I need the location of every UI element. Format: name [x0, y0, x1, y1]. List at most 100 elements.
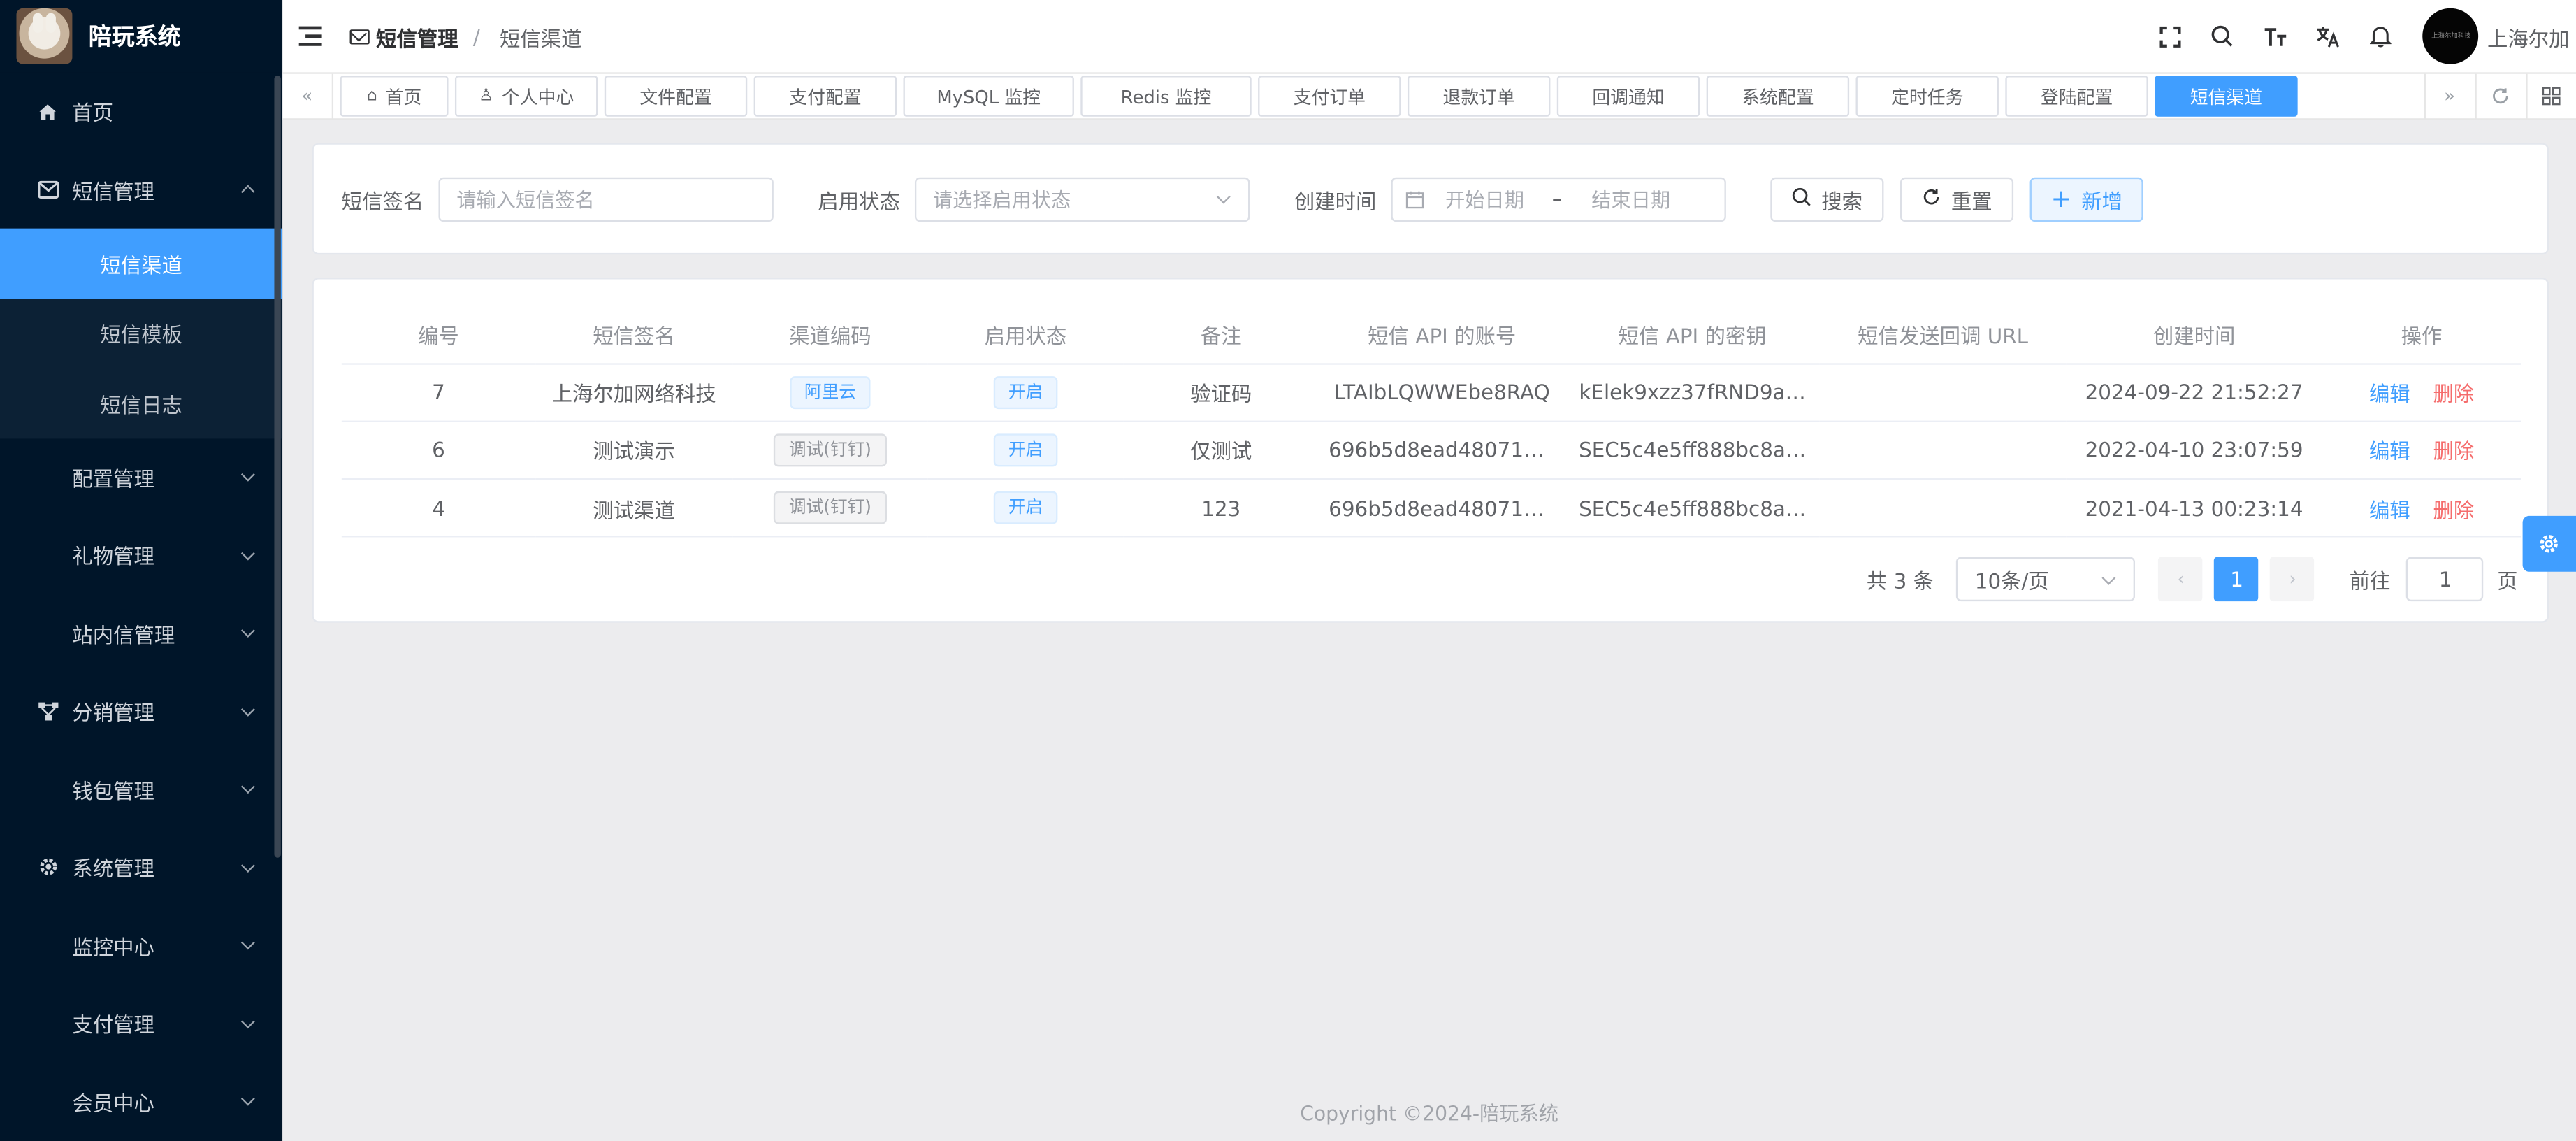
date-range-picker[interactable]: 开始日期 – 结束日期: [1391, 176, 1726, 222]
sidebar-item-distribution[interactable]: 分销管理: [0, 672, 282, 750]
tab-11[interactable]: 登陆配置: [2005, 76, 2148, 117]
avatar[interactable]: 上海尔加科技: [2423, 8, 2480, 64]
sidebar-item-home[interactable]: 首页: [0, 72, 282, 150]
chevron-down-icon: [240, 545, 255, 560]
sidebar-item-config[interactable]: 配置管理: [0, 438, 282, 516]
home-icon: [36, 100, 59, 123]
chevron-down-icon: [240, 1092, 255, 1107]
refresh-icon[interactable]: [2474, 73, 2525, 120]
sidebar-item-monitor[interactable]: 监控中心: [0, 906, 282, 984]
logo[interactable]: 陪玩系统: [0, 0, 283, 73]
add-button[interactable]: + 新增: [2029, 176, 2143, 222]
cell-actions: 编辑 删除: [2322, 479, 2521, 538]
sidebar-scrollbar[interactable]: [274, 76, 281, 858]
status-select[interactable]: 请选择启用状态: [915, 176, 1250, 222]
prev-page-button[interactable]: ‹: [2159, 557, 2204, 602]
tab-7[interactable]: 退款订单: [1407, 76, 1551, 117]
column-header: 短信 API 的密钥: [1565, 306, 1820, 364]
sidebar-item-member[interactable]: 会员中心: [0, 1062, 282, 1140]
menu-toggle-icon[interactable]: [298, 26, 322, 46]
mail-icon: [349, 29, 370, 44]
chevron-down-icon: [240, 702, 255, 717]
column-header: 短信发送回调 URL: [1819, 306, 2067, 364]
sidebar-item-gift[interactable]: 礼物管理: [0, 516, 282, 594]
cell-remark: 仅测试: [1123, 421, 1319, 480]
tab-8[interactable]: 回调通知: [1556, 76, 1700, 117]
cell-id: 6: [341, 421, 536, 480]
tab-1[interactable]: ♙ 个人中心: [454, 76, 598, 117]
start-date-input[interactable]: 开始日期: [1445, 185, 1524, 213]
tab-9[interactable]: 系统配置: [1706, 76, 1850, 117]
font-size-icon[interactable]: [2249, 0, 2301, 72]
sidebar-item-label: 站内信管理: [72, 622, 175, 647]
cell-remark: 123: [1123, 479, 1319, 538]
scroll-left-icon[interactable]: «: [282, 73, 334, 120]
breadcrumb-separator: /: [472, 24, 480, 49]
sidebar-item-sms-template[interactable]: 短信模板: [0, 299, 282, 368]
table-row[interactable]: 4 测试渠道 调试(钉钉) 开启 123 696b5d8ead4807123… SEC5c4…: [341, 479, 2521, 538]
table-row[interactable]: 6 测试演示 调试(钉钉) 开启 仅测试 696b5d8ead4807123… SEC5c4…: [341, 421, 2521, 480]
end-date-input[interactable]: 结束日期: [1591, 185, 1670, 213]
sidebar-item-sms-log[interactable]: 短信日志: [0, 368, 282, 438]
cell-actions: 编辑 删除: [2322, 421, 2521, 480]
tab-0[interactable]: ⌂ 首页: [340, 76, 449, 117]
next-page-button[interactable]: ›: [2270, 557, 2315, 602]
edit-button[interactable]: 编辑: [2369, 439, 2410, 464]
sidebar-item-wallet[interactable]: 钱包管理: [0, 750, 282, 828]
logo-image: [16, 8, 73, 64]
tab-2[interactable]: 文件配置: [604, 76, 748, 117]
cell-channel: 调试(钉钉): [732, 421, 928, 480]
refresh-icon: [1922, 187, 1941, 211]
sidebar-item-sms-channel[interactable]: 短信渠道: [0, 228, 283, 299]
tab-3[interactable]: 支付配置: [753, 76, 897, 117]
main-content: 短信签名 请输入短信签名 启用状态 请选择启用状态 创建时间 开始日期 – 结束…: [282, 120, 2576, 1141]
tab-10[interactable]: 定时任务: [1855, 76, 1999, 117]
channel-tag: 调试(钉钉): [774, 433, 887, 467]
settings-gear-icon[interactable]: [2521, 515, 2576, 572]
tab-12[interactable]: 短信渠道: [2155, 76, 2298, 117]
scroll-right-icon[interactable]: »: [2423, 73, 2474, 120]
sidebar-item-label: 系统管理: [72, 856, 154, 882]
column-header: 短信签名: [535, 306, 733, 364]
delete-button[interactable]: 删除: [2433, 439, 2475, 464]
page-size-select[interactable]: 10条/页: [1956, 557, 2136, 602]
delete-button[interactable]: 删除: [2433, 382, 2475, 406]
sidebar-item-label: 短信管理: [72, 178, 154, 203]
page-number-current[interactable]: 1: [2214, 557, 2259, 602]
breadcrumb-current: 短信渠道: [499, 25, 582, 50]
tab-5[interactable]: Redis 监控: [1080, 76, 1252, 117]
delete-button[interactable]: 删除: [2433, 497, 2475, 522]
cell-status: 开启: [927, 479, 1124, 538]
sms-channel-table-card: 编号 短信签名 渠道编码 启用状态 备注 短信 API 的账号 短信 API 的密钥 短信发送…: [312, 278, 2549, 623]
breadcrumb-item[interactable]: 短信管理: [376, 20, 458, 52]
chevron-down-icon: [240, 858, 255, 873]
sidebar-item-payment[interactable]: 支付管理: [0, 984, 282, 1063]
network-icon: [36, 700, 59, 723]
fullscreen-icon[interactable]: [2144, 0, 2197, 72]
status-badge: 开启: [993, 491, 1058, 525]
search-button[interactable]: 搜索: [1770, 176, 1884, 222]
bell-icon[interactable]: [2354, 0, 2407, 72]
table-row[interactable]: 7 上海尔加网络科技 阿里云 开启 验证码 LTAIbLQWWEbe8RAQ kElek9x…: [341, 363, 2521, 422]
sidebar-item-system[interactable]: 系统管理: [0, 828, 282, 906]
grid-menu-icon[interactable]: [2525, 73, 2576, 120]
translate-icon[interactable]: [2301, 0, 2354, 72]
channel-tag: 阿里云: [789, 375, 871, 409]
sidebar-item-label: 会员中心: [72, 1090, 154, 1116]
chevron-down-icon: [1216, 189, 1231, 204]
search-icon: [1792, 187, 1811, 211]
signature-input[interactable]: 请输入短信签名: [438, 176, 774, 222]
signature-label: 短信签名: [341, 188, 424, 213]
sidebar-item-sms[interactable]: 短信管理: [0, 150, 282, 229]
username[interactable]: 上海尔加: [2487, 20, 2570, 52]
goto-page-input[interactable]: 1: [2406, 557, 2484, 602]
sidebar-item-inbox[interactable]: 站内信管理: [0, 594, 282, 673]
edit-button[interactable]: 编辑: [2369, 382, 2410, 406]
reset-button[interactable]: 重置: [1900, 176, 2014, 222]
tab-6[interactable]: 支付订单: [1258, 76, 1401, 117]
search-icon[interactable]: [2197, 0, 2249, 72]
page-unit-label: 页: [2497, 568, 2518, 594]
sidebar-item-label: 支付管理: [72, 1012, 154, 1038]
tab-4[interactable]: MySQL 监控: [903, 76, 1074, 117]
edit-button[interactable]: 编辑: [2369, 497, 2410, 522]
